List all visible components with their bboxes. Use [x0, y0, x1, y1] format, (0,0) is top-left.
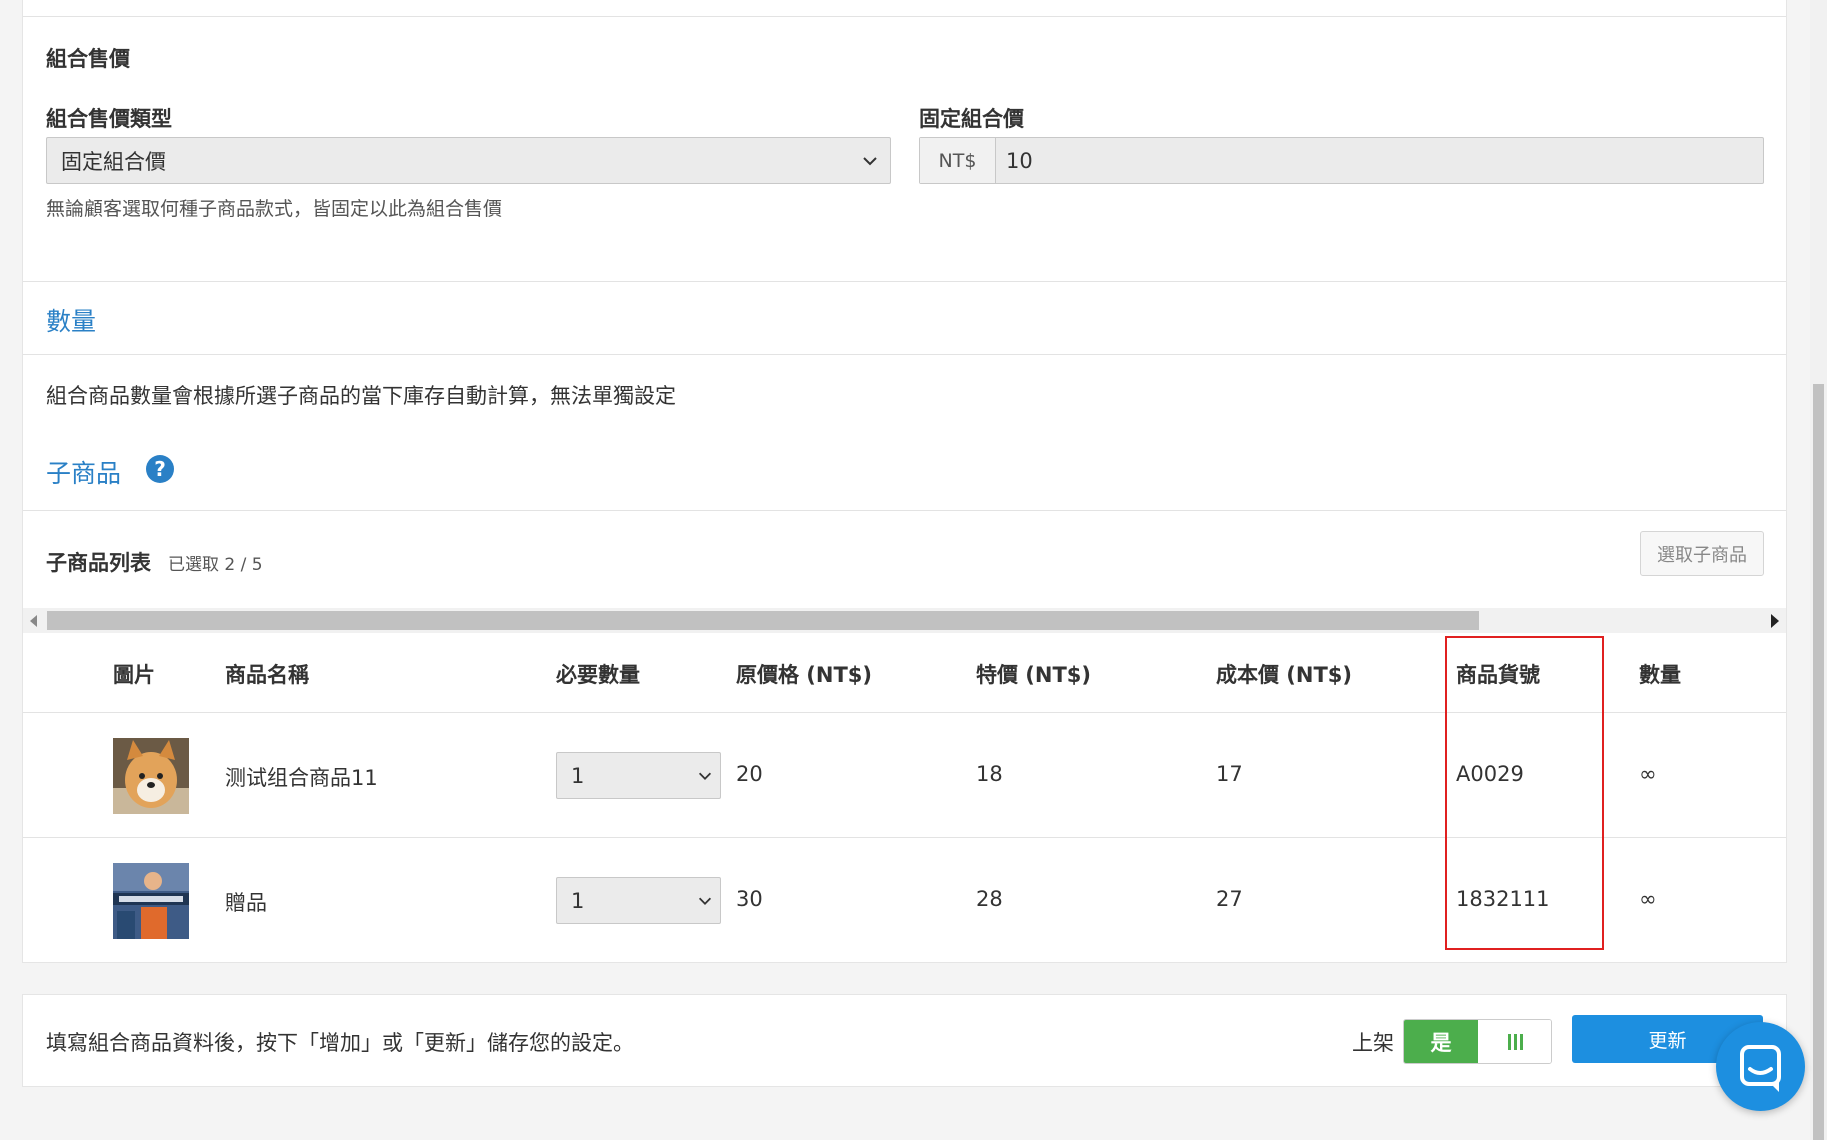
- quantity-description: 組合商品數量會根據所選子商品的當下庫存自動計算，無法單獨設定: [46, 384, 676, 408]
- required-qty-value: 1: [571, 763, 585, 788]
- chevron-down-icon: [698, 897, 712, 905]
- divider: [23, 16, 1786, 17]
- cost-price: 27: [1216, 887, 1243, 911]
- original-price: 20: [736, 762, 763, 786]
- price-type-value: 固定組合價: [61, 149, 166, 174]
- toggle-on-yes[interactable]: 是: [1404, 1020, 1478, 1063]
- required-qty-select[interactable]: 1: [556, 752, 721, 799]
- original-price: 30: [736, 887, 763, 911]
- listed-toggle[interactable]: 是: [1403, 1019, 1552, 1064]
- chevron-down-icon: [863, 156, 877, 165]
- divider: [23, 281, 1786, 282]
- scroll-left-icon[interactable]: [30, 615, 37, 627]
- product-image-gift: [113, 863, 189, 939]
- sku-column-highlight: [1445, 636, 1604, 950]
- select-sub-products-button[interactable]: 選取子商品: [1640, 531, 1764, 576]
- price-type-hint: 無論顧客選取何種子商品款式，皆固定以此為組合售價: [46, 198, 503, 220]
- divider: [23, 510, 1786, 511]
- price-type-label: 組合售價類型: [46, 107, 172, 131]
- column-header-image: 圖片: [113, 663, 155, 687]
- stock-quantity: ∞: [1639, 887, 1657, 911]
- required-qty-value: 1: [571, 888, 585, 913]
- listed-label: 上架: [1352, 1031, 1394, 1055]
- product-name: 测试组合商品11: [225, 766, 378, 790]
- selected-count: 已選取 2 / 5: [168, 555, 263, 575]
- column-header-original-price: 原價格 (NT$): [736, 663, 873, 687]
- cost-price: 17: [1216, 762, 1243, 786]
- sub-products-list-title: 子商品列表: [46, 551, 151, 575]
- save-footer-panel: 填寫組合商品資料後，按下「增加」或「更新」儲存您的設定。 上架 是 更新: [22, 994, 1787, 1087]
- sale-price: 18: [976, 762, 1003, 786]
- column-header-required-qty: 必要數量: [556, 663, 640, 687]
- product-settings-panel: 組合售價 組合售價類型 固定組合價 無論顧客選取何種子商品款式，皆固定以此為組合…: [22, 0, 1787, 963]
- save-instruction: 填寫組合商品資料後，按下「增加」或「更新」儲存您的設定。: [46, 1031, 634, 1055]
- chat-widget-button[interactable]: [1716, 1022, 1805, 1111]
- fixed-price-input-group[interactable]: NT$ 10: [919, 137, 1764, 184]
- divider: [23, 354, 1786, 355]
- scrollbar-thumb[interactable]: [1813, 384, 1824, 1140]
- column-header-sale-price: 特價 (NT$): [976, 663, 1092, 687]
- bars-icon: [1507, 1033, 1523, 1050]
- fixed-price-label: 固定組合價: [919, 107, 1024, 131]
- scrollbar-thumb[interactable]: [47, 611, 1479, 630]
- sale-price: 28: [976, 887, 1003, 911]
- column-header-name: 商品名稱: [225, 663, 309, 687]
- quantity-heading[interactable]: 數量: [46, 302, 96, 338]
- pricing-section-title: 組合售價: [46, 47, 130, 71]
- column-header-cost: 成本價 (NT$): [1216, 663, 1353, 687]
- fixed-price-input[interactable]: 10: [996, 138, 1763, 183]
- required-qty-select[interactable]: 1: [556, 877, 721, 924]
- toggle-off[interactable]: [1478, 1020, 1551, 1063]
- horizontal-scrollbar[interactable]: [23, 608, 1786, 633]
- chevron-down-icon: [698, 772, 712, 780]
- stock-quantity: ∞: [1639, 762, 1657, 786]
- chat-icon: [1740, 1045, 1781, 1092]
- sub-products-heading[interactable]: 子商品: [46, 454, 121, 490]
- currency-addon: NT$: [920, 138, 996, 183]
- question-circle-icon[interactable]: ?: [146, 455, 174, 483]
- scroll-right-icon[interactable]: [1771, 614, 1779, 628]
- column-header-stock: 數量: [1639, 663, 1681, 687]
- product-name: 贈品: [225, 891, 267, 915]
- price-type-select[interactable]: 固定組合價: [46, 137, 891, 184]
- product-image-shiba: [113, 738, 189, 814]
- vertical-scrollbar[interactable]: [1810, 0, 1827, 1140]
